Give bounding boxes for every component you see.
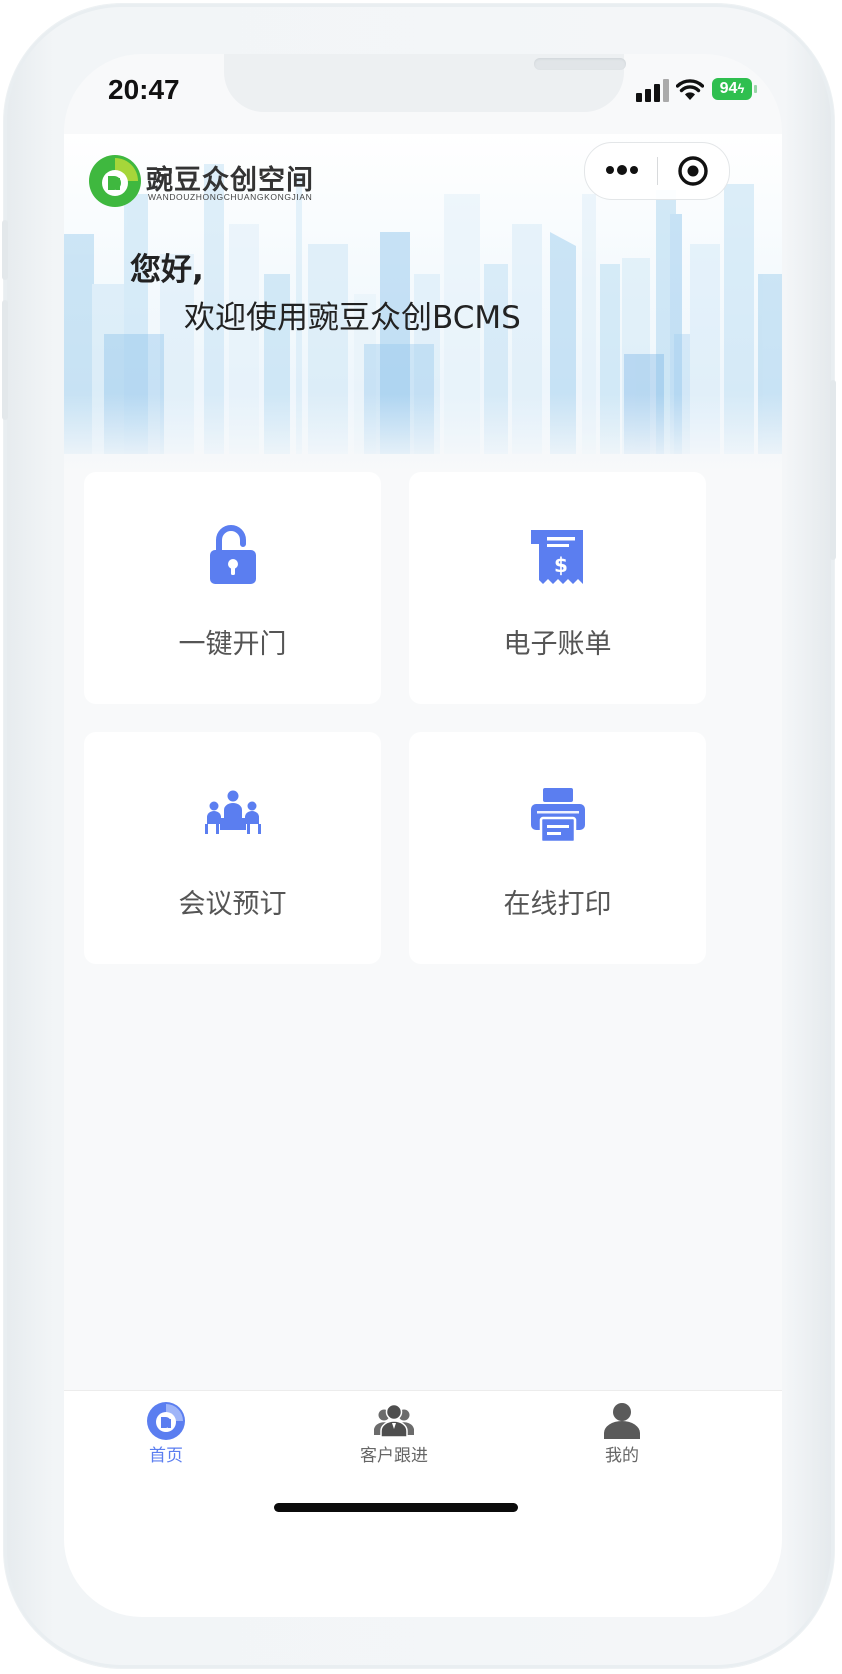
home-logo-icon: [147, 1402, 185, 1440]
side-button-right: [830, 380, 836, 560]
battery-tip: [754, 85, 757, 93]
tab-label: 我的: [605, 1446, 639, 1466]
meeting-icon: [205, 790, 261, 834]
more-options-icon[interactable]: [605, 156, 639, 184]
bottom-tab-bar: 首页 客户跟进 我的: [64, 1390, 782, 1617]
tab-home[interactable]: 首页: [106, 1391, 226, 1481]
card-unlock-door[interactable]: 一键开门: [84, 472, 381, 704]
miniprogram-capsule: [584, 142, 730, 200]
wifi-icon: [676, 79, 704, 100]
customers-icon: [374, 1403, 414, 1438]
card-label: 电子账单: [503, 629, 612, 660]
tab-label: 首页: [149, 1446, 183, 1466]
card-meeting-booking[interactable]: 会议预订: [84, 732, 381, 964]
brand-name-pinyin: WANDOUZHONGCHUANGKONGJIAN: [148, 192, 313, 202]
printer-icon: [531, 788, 585, 844]
device-notch: [224, 54, 626, 112]
home-indicator[interactable]: [274, 1503, 518, 1512]
card-label: 在线打印: [503, 889, 612, 920]
battery-charging-icon: 94ϟ: [712, 78, 752, 100]
tab-label: 客户跟进: [360, 1446, 428, 1466]
capsule-divider: [657, 157, 658, 185]
tab-customer-follow-up[interactable]: 客户跟进: [334, 1391, 454, 1481]
card-online-print[interactable]: 在线打印: [409, 732, 706, 964]
status-time: 20:47: [108, 74, 180, 105]
profile-icon: [604, 1403, 640, 1439]
card-e-bill[interactable]: $ 电子账单: [409, 472, 706, 704]
side-button-left: [2, 220, 8, 280]
cellular-signal-icon: [636, 78, 670, 102]
card-label: 会议预订: [178, 889, 287, 920]
bill-icon: $: [531, 530, 583, 584]
greeting-hello: 您好,: [130, 252, 204, 288]
card-label: 一键开门: [178, 629, 287, 660]
greeting-welcome: 欢迎使用豌豆众创BCMS: [184, 300, 521, 336]
brand-logo-icon: [89, 155, 141, 207]
svg-text:$: $: [554, 553, 568, 577]
status-icons: 94ϟ: [636, 78, 760, 104]
unlock-icon: [210, 525, 256, 584]
side-button-left-volume: [2, 300, 8, 420]
speaker-grille: [534, 58, 626, 70]
close-miniprogram-icon[interactable]: [677, 155, 709, 187]
phone-screen: 20:47 94ϟ 豌豆众创空间 WANDOUZHONGCHUANGKONGJI…: [64, 54, 782, 1617]
tab-me[interactable]: 我的: [562, 1391, 682, 1481]
